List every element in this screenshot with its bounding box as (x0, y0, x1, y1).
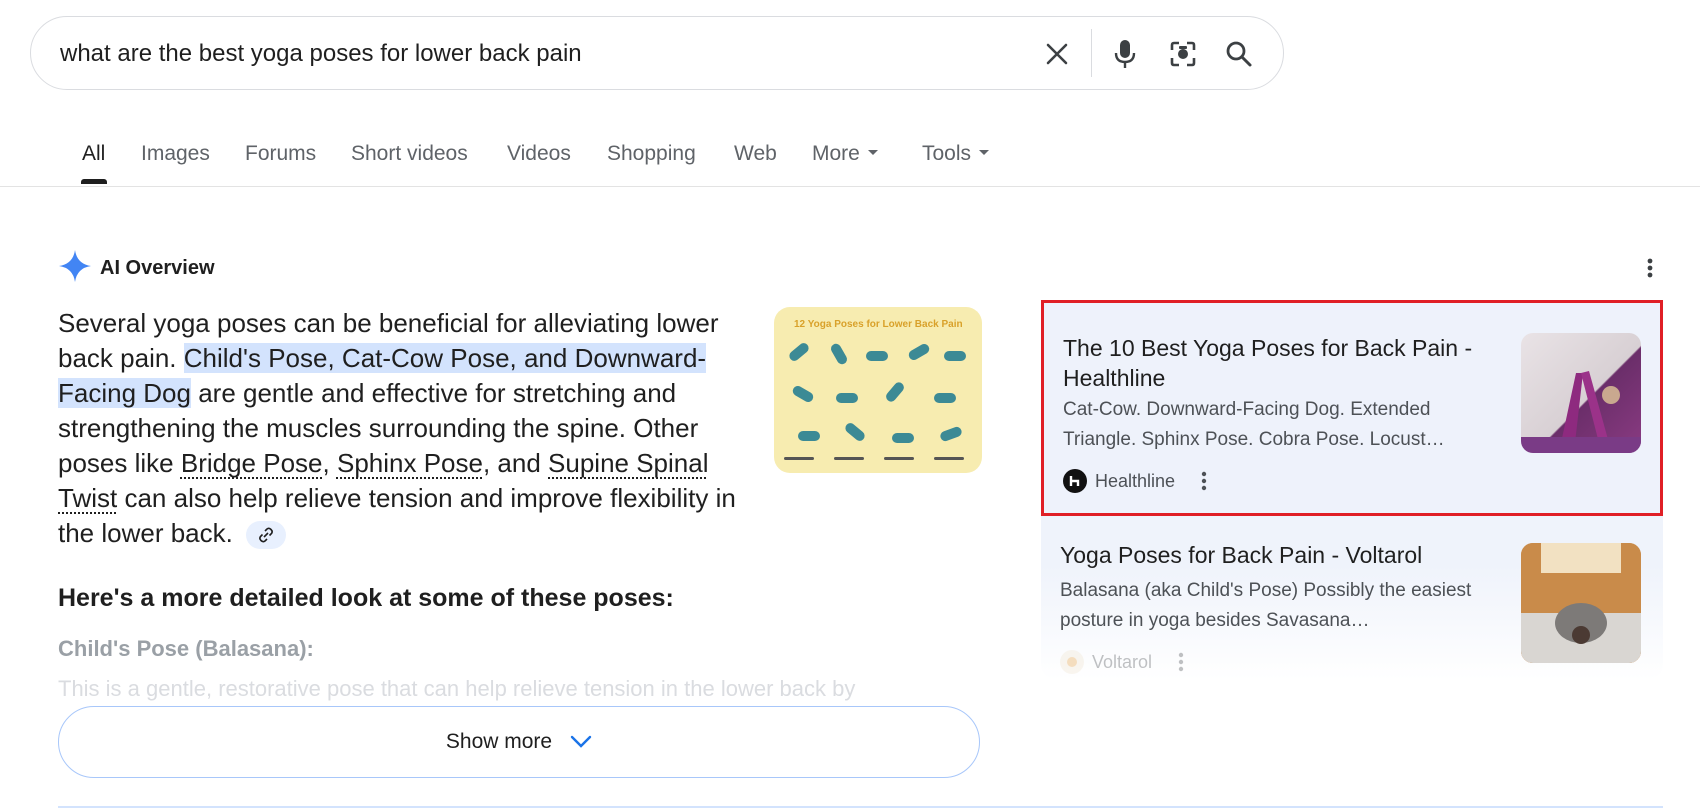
source-card-healthline[interactable]: The 10 Best Yoga Poses for Back Pain - H… (1041, 300, 1663, 516)
section-divider (58, 806, 1663, 808)
pose-figure (866, 351, 888, 361)
sparkle-icon (58, 249, 92, 288)
more-options-icon[interactable] (1197, 471, 1211, 491)
tab-short-videos[interactable]: Short videos (351, 142, 468, 166)
image-caption: 12 Yoga Poses for Lower Back Pain (794, 319, 963, 330)
source-site-name: Healthline (1095, 470, 1176, 491)
source-attribution: Healthline (1063, 469, 1211, 493)
pose-figure (944, 351, 966, 361)
citation-link-chip[interactable] (246, 521, 287, 550)
childs-pose-subheading: Child's Pose (Balasana): (58, 636, 314, 661)
healthline-logo-icon (1063, 469, 1087, 493)
show-more-button[interactable]: Show more (58, 706, 980, 778)
pose-label (884, 457, 914, 460)
detail-heading: Here's a more detailed look at some of t… (58, 584, 674, 612)
search-input[interactable]: what are the best yoga poses for lower b… (60, 41, 582, 67)
source-snippet: Balasana (aka Child's Pose) Possibly the… (1060, 580, 1472, 631)
pose-label (934, 457, 964, 460)
ai-overview-title: AI Overview (100, 256, 215, 279)
source-title[interactable]: Yoga Poses for Back Pain - Voltarol (1060, 540, 1480, 570)
sphinx-pose-link[interactable]: Sphinx Pose (337, 448, 483, 478)
pose-figure (934, 393, 956, 403)
source-site-name: Voltarol (1092, 651, 1153, 672)
pose-figure (906, 342, 932, 362)
pose-figure (829, 341, 849, 367)
pose-label (834, 457, 864, 460)
pose-label (784, 457, 814, 460)
voltarol-logo-icon (1060, 650, 1084, 674)
pose-figure (884, 380, 906, 404)
chevron-down-icon (867, 149, 878, 155)
ai-overview-text: Several yoga poses can be beneficial for… (58, 308, 736, 550)
source-title[interactable]: The 10 Best Yoga Poses for Back Pain - H… (1063, 333, 1483, 393)
clear-icon[interactable] (1039, 36, 1075, 72)
voltarol-thumbnail[interactable] (1521, 543, 1641, 663)
source-card-voltarol[interactable]: Yoga Poses for Back Pain - Voltarol Bala… (1041, 530, 1663, 680)
pose-figure (836, 393, 858, 403)
ai-overview-header: AI Overview (58, 249, 215, 288)
chevron-down-icon (570, 735, 592, 749)
active-tab-indicator (81, 179, 107, 184)
pose-figure (892, 433, 914, 443)
tab-images[interactable]: Images (141, 142, 210, 166)
pose-figure (787, 341, 811, 363)
faded-paragraph: This is a gentle, restorative pose that … (58, 676, 856, 701)
tab-forums[interactable]: Forums (245, 142, 316, 166)
tab-web[interactable]: Web (734, 142, 777, 166)
healthline-thumbnail[interactable] (1521, 333, 1641, 453)
search-bar[interactable]: what are the best yoga poses for lower b… (30, 16, 1284, 90)
pose-figure (790, 384, 816, 404)
chevron-down-icon (979, 149, 990, 155)
separator-text: , and (482, 448, 541, 478)
show-more-label: Show more (445, 730, 553, 753)
source-attribution: Voltarol (1060, 650, 1188, 674)
more-options-icon[interactable] (1636, 254, 1664, 282)
search-tabs: All Images Forums Short videos Videos Sh… (0, 130, 1700, 187)
tab-more[interactable]: More (812, 142, 878, 166)
pose-figure (798, 431, 820, 441)
tab-tools[interactable]: Tools (922, 142, 990, 166)
pose-figure (938, 425, 964, 443)
more-options-icon[interactable] (1174, 652, 1188, 672)
search-icon[interactable] (1221, 36, 1257, 72)
yoga-poses-image[interactable]: 12 Yoga Poses for Lower Back Pain (774, 307, 982, 473)
lens-icon[interactable] (1165, 36, 1201, 72)
overview-sentence: can also help relieve tension and improv… (58, 483, 736, 548)
source-snippet: Cat-Cow. Downward-Facing Dog. Extended T… (1063, 399, 1445, 450)
tab-all[interactable]: All (82, 142, 105, 166)
tab-videos[interactable]: Videos (507, 142, 571, 166)
microphone-icon[interactable] (1107, 36, 1143, 72)
bridge-pose-link[interactable]: Bridge Pose (181, 448, 323, 478)
pose-figure (843, 421, 867, 443)
search-divider (1091, 29, 1092, 77)
tab-shopping[interactable]: Shopping (607, 142, 696, 166)
link-icon (259, 527, 274, 543)
